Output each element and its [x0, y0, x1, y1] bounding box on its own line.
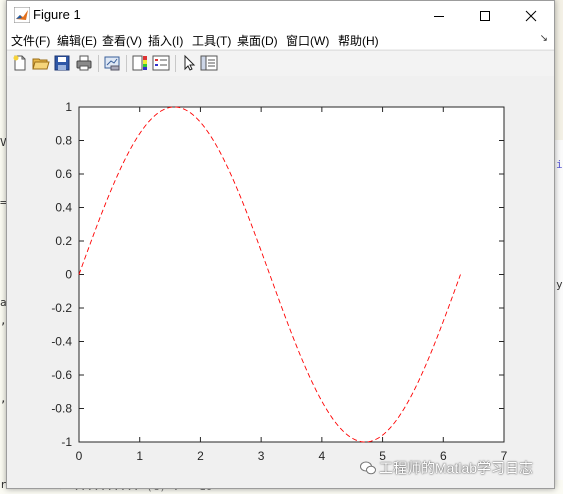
y-tick-label: -1	[61, 435, 72, 449]
x-tick-label: 0	[76, 449, 83, 463]
maximize-icon	[480, 10, 490, 21]
background-char: i	[556, 158, 563, 171]
toolbar-separator	[175, 55, 176, 72]
maximize-button[interactable]	[462, 1, 508, 30]
y-tick-label: 1	[65, 100, 72, 114]
y-tick-label: 0.8	[55, 134, 72, 148]
y-tick-label: -0.8	[51, 402, 72, 416]
watermark: 工程师的Matlab学习日志	[360, 458, 533, 478]
title-bar[interactable]: Figure 1	[7, 1, 554, 30]
dock-arrow-icon[interactable]: ↘	[540, 33, 548, 44]
matlab-logo-icon	[14, 7, 30, 23]
x-tick-label: 3	[258, 449, 265, 463]
menu-help[interactable]: 帮助(H)	[338, 32, 379, 49]
window-title: Figure 1	[33, 7, 81, 22]
save-icon[interactable]	[53, 54, 71, 72]
y-tick-label: -0.4	[51, 335, 72, 349]
menu-desktop[interactable]: 桌面(D)	[237, 32, 278, 49]
line-plot[interactable]: 0 1 2 3 4 5 6 7-1-0.8-0.6-0.4-0.200.20.40.60.81	[7, 76, 554, 488]
toolbar-separator	[98, 55, 99, 72]
toolbar-separator	[126, 55, 127, 72]
new-figure-icon[interactable]	[11, 54, 29, 72]
colorbar-icon[interactable]	[131, 54, 149, 72]
background-char: y	[556, 278, 563, 291]
y-tick-label: 0.4	[55, 201, 72, 215]
x-tick-label: 4	[319, 449, 326, 463]
menu-bar: 文件(F) 编辑(E) 查看(V) 插入(I) 工具(T) 桌面(D) 窗口(W…	[7, 30, 554, 49]
minimize-icon	[434, 15, 444, 17]
wechat-icon	[360, 461, 376, 475]
y-tick-label: 0.2	[55, 234, 72, 248]
y-tick-label: -0.6	[51, 368, 72, 382]
menu-tools[interactable]: 工具(T)	[192, 32, 231, 49]
close-button[interactable]	[508, 1, 554, 30]
axes-box	[78, 106, 505, 443]
x-tick-label: 2	[197, 449, 204, 463]
figure-canvas: 0 1 2 3 4 5 6 7 -1 -0.8 -0.6 -0.4 -0.2 0 0.2 0.4 0.6 0.8 1	[7, 76, 554, 488]
print-icon[interactable]	[75, 54, 93, 72]
menu-file[interactable]: 文件(F)	[11, 32, 50, 49]
menu-edit[interactable]: 编辑(E)	[57, 32, 97, 49]
toolbar	[7, 50, 554, 77]
y-tick-label: 0	[65, 268, 72, 282]
property-inspector-icon[interactable]	[200, 54, 218, 72]
y-tick-label: 0.6	[55, 167, 72, 181]
link-plot-icon[interactable]	[103, 54, 121, 72]
close-icon	[525, 10, 537, 21]
menu-view[interactable]: 查看(V)	[102, 32, 142, 49]
x-tick-label: 1	[136, 449, 143, 463]
menu-window[interactable]: 窗口(W)	[286, 32, 329, 49]
watermark-text: 工程师的Matlab学习日志	[379, 460, 534, 476]
y-tick-label: -0.2	[51, 301, 72, 315]
pointer-icon[interactable]	[180, 54, 198, 72]
legend-icon[interactable]	[152, 54, 170, 72]
open-icon[interactable]	[32, 54, 50, 72]
menu-insert[interactable]: 插入(I)	[148, 32, 183, 49]
figure-window: Figure 1 文件(F) 编辑(E) 查看(V) 插入(I) 工具(T) 桌…	[6, 0, 555, 489]
minimize-button[interactable]	[416, 1, 462, 30]
